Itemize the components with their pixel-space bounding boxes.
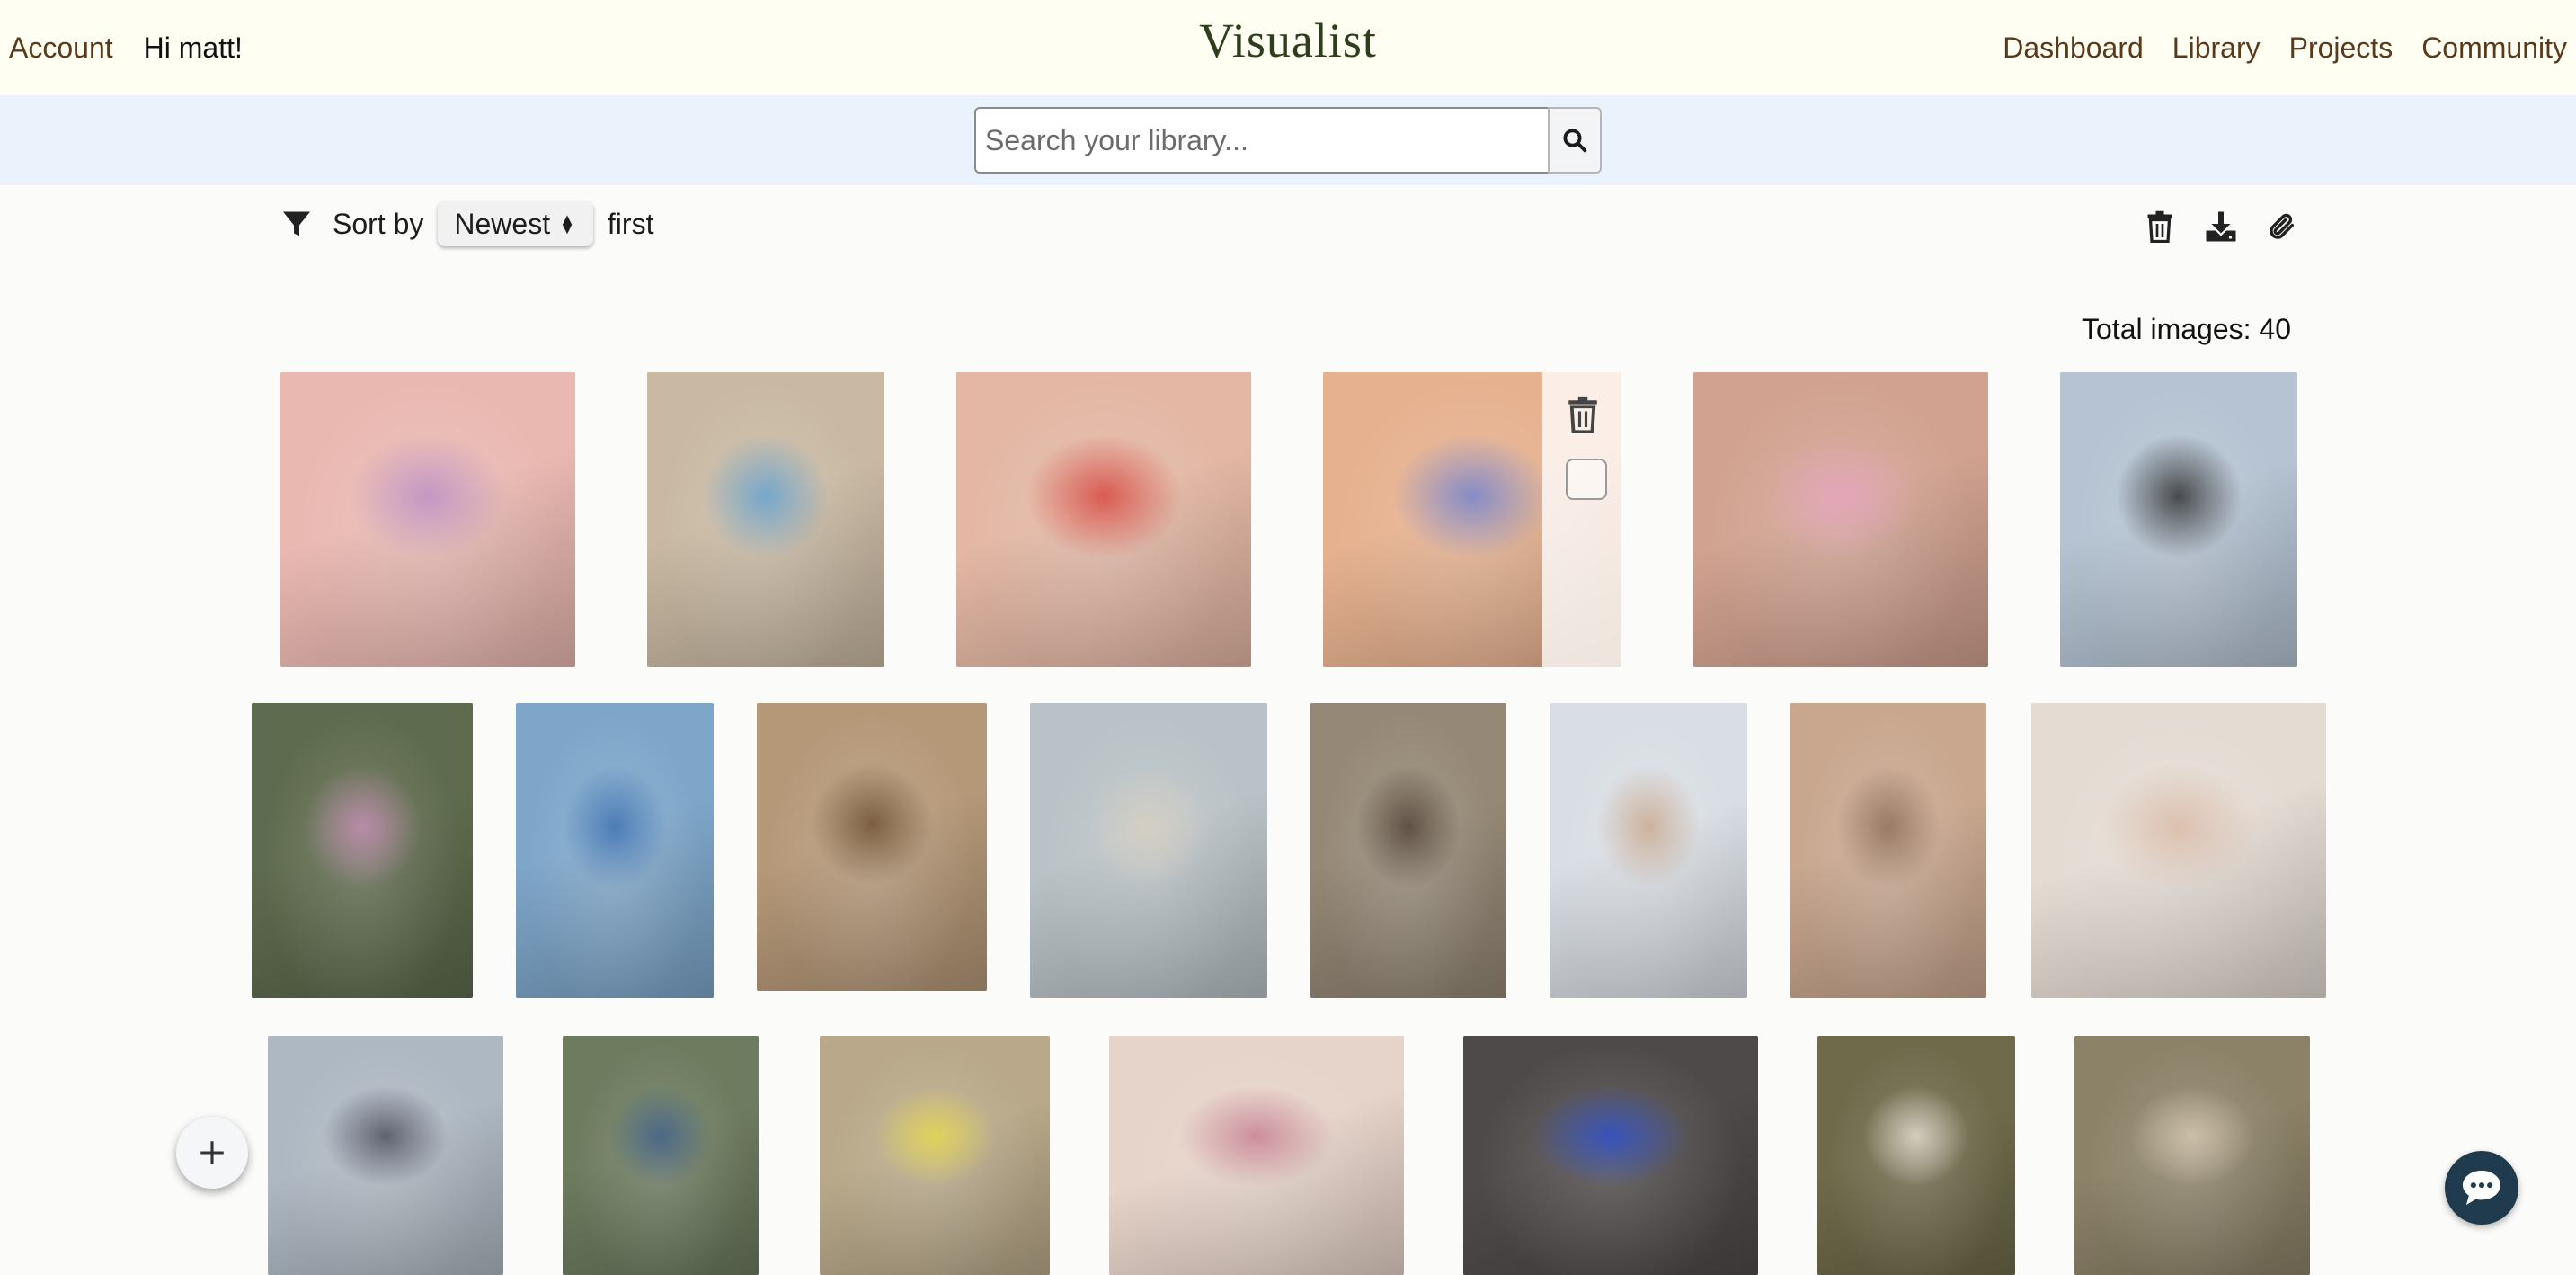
image-preview — [1817, 1036, 2015, 1275]
library-image-hovered[interactable] — [1323, 372, 1621, 667]
library-image[interactable] — [2031, 703, 2326, 998]
library-image[interactable] — [516, 703, 714, 998]
plus-icon — [200, 1141, 224, 1164]
sort-suffix-label: first — [607, 207, 654, 240]
attach-button[interactable] — [2265, 209, 2299, 245]
image-preview — [757, 703, 987, 991]
library-image[interactable] — [1550, 703, 1747, 998]
image-preview — [1310, 703, 1506, 998]
paperclip-icon — [2270, 213, 2295, 239]
image-preview — [2031, 703, 2326, 998]
brand-logo-wrap: Visualist — [0, 13, 2576, 68]
trash-icon[interactable] — [1566, 396, 1600, 433]
filter-icon[interactable] — [280, 208, 313, 240]
chat-bubble-icon — [2463, 1170, 2500, 1206]
library-image[interactable] — [1030, 703, 1267, 998]
library-image[interactable] — [2060, 372, 2297, 667]
image-preview — [1693, 372, 1988, 667]
search-icon — [1563, 129, 1587, 153]
library-image[interactable] — [956, 372, 1251, 667]
brand-logo[interactable]: Visualist — [1199, 13, 1377, 68]
sort-prefix-label: Sort by — [333, 207, 424, 240]
library-image[interactable] — [757, 703, 987, 991]
select-image-checkbox[interactable] — [1566, 459, 1607, 500]
image-preview — [956, 372, 1251, 667]
image-preview — [820, 1036, 1050, 1275]
library-image[interactable] — [1310, 703, 1506, 998]
image-preview — [1463, 1036, 1758, 1275]
library-image[interactable] — [268, 1036, 503, 1275]
delete-selected-button[interactable] — [2143, 209, 2177, 245]
image-preview — [1550, 703, 1747, 998]
image-preview — [280, 372, 575, 667]
select-arrows-icon: ▲ ▼ — [559, 210, 575, 237]
image-preview — [1030, 703, 1267, 998]
library-image[interactable] — [1463, 1036, 1758, 1275]
add-image-button[interactable] — [176, 1117, 248, 1189]
trash-icon — [2147, 210, 2172, 243]
download-button[interactable] — [2204, 209, 2238, 245]
image-preview — [516, 703, 714, 998]
sort-order-select[interactable]: Newest ▲ ▼ — [438, 201, 593, 246]
library-image[interactable] — [252, 703, 473, 998]
image-hover-overlay — [1542, 372, 1621, 667]
library-image[interactable] — [1817, 1036, 2015, 1275]
total-images-count: Total images: 40 — [2082, 313, 2292, 345]
image-preview — [1109, 1036, 1404, 1275]
library-image[interactable] — [2074, 1036, 2310, 1275]
sort-controls: Sort by Newest ▲ ▼ first — [280, 201, 653, 246]
image-preview — [268, 1036, 503, 1275]
image-preview — [2060, 372, 2297, 667]
image-preview — [563, 1036, 759, 1275]
image-preview — [2074, 1036, 2310, 1275]
search-input[interactable] — [974, 107, 1550, 174]
search-bar-band — [0, 95, 2576, 185]
download-icon — [2206, 211, 2236, 242]
library-image[interactable] — [1693, 372, 1988, 667]
library-image[interactable] — [563, 1036, 759, 1275]
search-group — [974, 107, 1602, 174]
library-image[interactable] — [1109, 1036, 1404, 1275]
library-toolbar — [2143, 209, 2299, 245]
image-preview — [252, 703, 473, 998]
chat-support-button[interactable] — [2445, 1151, 2518, 1225]
sort-selected-value: Newest — [454, 207, 551, 240]
top-navbar: Account Hi matt! Visualist Dashboard Lib… — [0, 0, 2576, 95]
library-image[interactable] — [820, 1036, 1050, 1275]
image-preview — [647, 372, 884, 667]
library-image[interactable] — [647, 372, 884, 667]
library-image[interactable] — [1790, 703, 1986, 998]
library-image[interactable] — [280, 372, 575, 667]
image-preview — [1790, 703, 1986, 998]
search-button[interactable] — [1548, 107, 1602, 174]
